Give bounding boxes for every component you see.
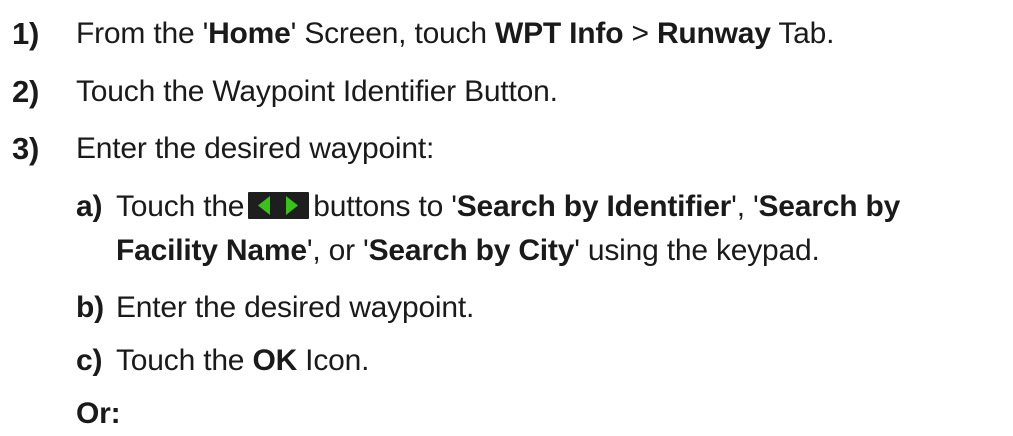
instruction-document: 1) From the 'Home' Screen, touch WPT Inf… <box>0 0 1013 436</box>
substep-letter: a) <box>76 190 103 223</box>
step-number: 3) <box>12 131 40 166</box>
step-2: 2) Touch the Waypoint Identifier Button. <box>0 74 1013 114</box>
text-segment: Touch the <box>116 344 253 377</box>
text-segment: buttons to ' <box>313 190 457 223</box>
substep-letter: b) <box>76 291 104 324</box>
search-by-identifier-label: Search by Identifier <box>456 190 732 223</box>
step-text: Touch the Waypoint Identifier Button. <box>76 75 558 108</box>
substep-c: c) Touch the OK Icon. <box>76 343 1006 383</box>
substep-a: a) Touch the buttons to 'Search by Identi… <box>76 189 1006 269</box>
substep-text: Touch the OK Icon. <box>116 343 369 379</box>
home-screen-label: Home <box>208 17 291 50</box>
text-segment: ', ' <box>731 190 759 223</box>
wpt-info-label: WPT Info <box>494 17 624 50</box>
step-number: 2) <box>12 74 40 109</box>
substep-text: Enter the desired waypoint. <box>116 291 475 324</box>
substep-text-line-1: Touch the buttons to 'Search by Identifie… <box>116 189 900 225</box>
substep-text-line-2: Facility Name', or 'Search by City' usin… <box>116 233 820 269</box>
facility-name-label: Facility Name <box>116 234 307 267</box>
text-segment: ' Screen, touch <box>290 17 495 50</box>
step-number: 1) <box>12 16 40 51</box>
step-3: 3) Enter the desired waypoint: <box>0 131 1013 171</box>
text-segment: Icon. <box>297 344 370 377</box>
substep-letter: c) <box>76 344 103 377</box>
text-segment: Tab. <box>770 17 835 50</box>
or-line: Or: <box>76 396 276 436</box>
text-segment: Touch the <box>116 190 245 223</box>
search-by-label: Search by <box>758 190 901 223</box>
text-segment: > <box>623 17 657 50</box>
ok-icon-label: OK <box>252 344 298 377</box>
substep-b: b) Enter the desired waypoint. <box>76 290 1006 330</box>
text-segment: From the ' <box>76 17 209 50</box>
step-text: Enter the desired waypoint: <box>76 132 435 165</box>
step-text: From the 'Home' Screen, touch WPT Info >… <box>76 16 834 52</box>
search-by-city-label: Search by City <box>368 234 575 267</box>
step-1: 1) From the 'Home' Screen, touch WPT Inf… <box>0 16 1013 56</box>
text-segment: ', or ' <box>306 234 369 267</box>
left-right-arrow-buttons-icon <box>248 192 310 219</box>
runway-tab-label: Runway <box>656 17 771 50</box>
text-segment: ' using the keypad. <box>574 234 820 267</box>
or-label: Or: <box>76 397 121 430</box>
